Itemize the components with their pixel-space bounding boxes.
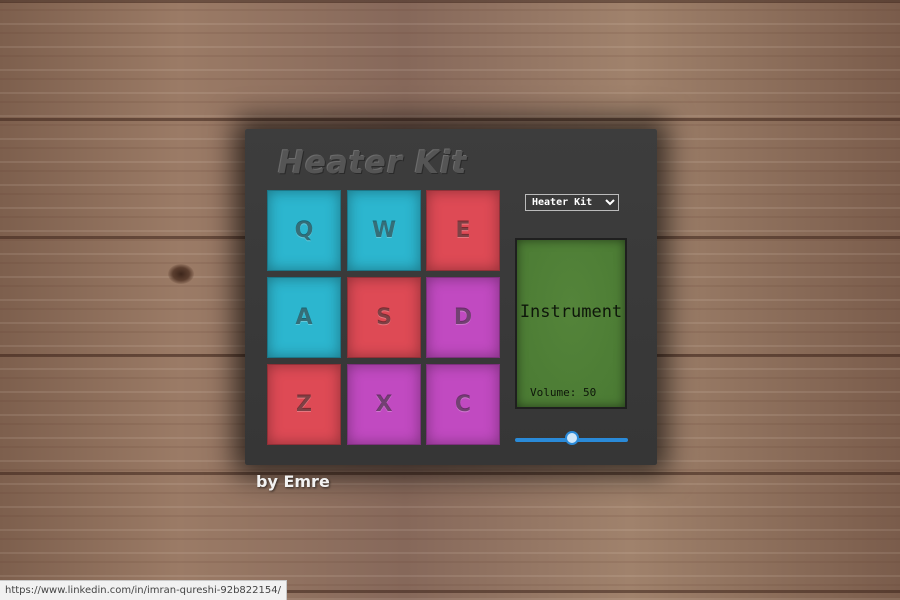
drum-pad-a[interactable]: A xyxy=(267,277,341,358)
display-text: Instrument xyxy=(519,302,623,322)
instrument-display: Instrument Volume: 50 xyxy=(515,238,627,409)
byline: by Emre xyxy=(256,472,330,491)
status-bar-url: https://www.linkedin.com/in/imran-quresh… xyxy=(0,580,287,600)
drum-pad-x[interactable]: X xyxy=(347,364,421,445)
volume-slider-thumb[interactable] xyxy=(564,431,579,445)
drum-pad-e[interactable]: E xyxy=(426,190,500,271)
drum-pad-d[interactable]: D xyxy=(426,277,500,358)
drum-pad-c[interactable]: C xyxy=(426,364,500,445)
drum-pad-z[interactable]: Z xyxy=(267,364,341,445)
volume-readout: Volume: 50 xyxy=(530,386,597,399)
wood-knot xyxy=(168,264,194,284)
drum-pad-s[interactable]: S xyxy=(347,277,421,358)
drum-pads: QWE ASD ZXC xyxy=(267,190,501,448)
drum-pad-w[interactable]: W xyxy=(347,190,421,271)
kit-select[interactable]: Heater Kit xyxy=(525,194,619,211)
drum-machine: Heater Kit QWE ASD ZXC Heater Kit Instrume… xyxy=(245,129,657,465)
drum-pad-q[interactable]: Q xyxy=(267,190,341,271)
controls-panel: Heater Kit Instrument Volume: 50 xyxy=(515,191,635,461)
app-title: Heater Kit xyxy=(278,145,468,181)
